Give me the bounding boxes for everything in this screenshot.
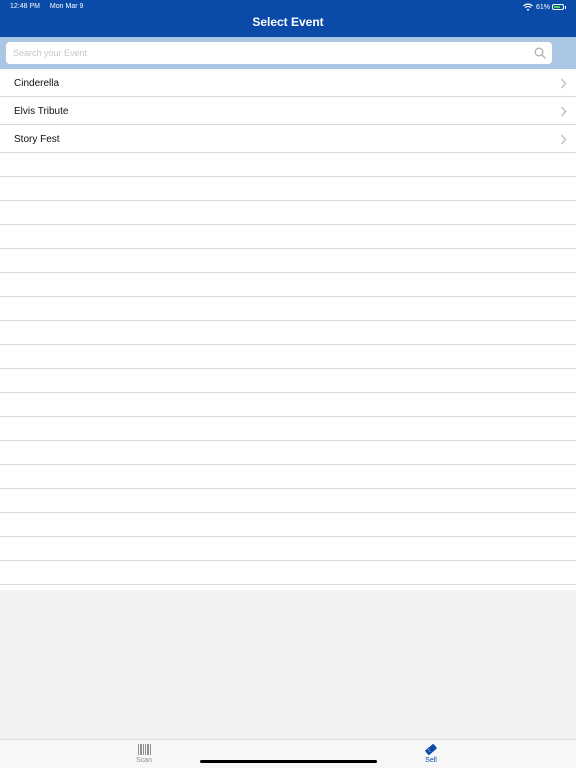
page-title: Select Event — [252, 15, 324, 29]
empty-row — [0, 441, 576, 465]
search-input[interactable] — [13, 45, 523, 61]
event-row[interactable]: Cinderella — [0, 69, 576, 97]
empty-row — [0, 561, 576, 585]
event-row[interactable]: Elvis Tribute — [0, 97, 576, 125]
nav-header: 12:48 PM Mon Mar 9 61% Select Event — [0, 0, 576, 37]
empty-row — [0, 369, 576, 393]
barcode-icon — [138, 744, 151, 755]
tab-bar: Scan Sell — [0, 739, 576, 768]
search-bar — [0, 37, 576, 69]
status-bar-left: 12:48 PM Mon Mar 9 — [10, 3, 91, 10]
empty-row — [0, 393, 576, 417]
empty-row — [0, 273, 576, 297]
wifi-icon — [523, 3, 533, 11]
chevron-right-icon — [560, 78, 567, 89]
event-name: Elvis Tribute — [14, 106, 69, 117]
empty-row — [0, 465, 576, 489]
search-icon — [534, 47, 546, 59]
search-field[interactable] — [6, 42, 552, 64]
event-name: Story Fest — [14, 134, 60, 145]
tab-sell[interactable]: Sell — [401, 743, 461, 764]
empty-row — [0, 417, 576, 441]
tab-scan-label: Scan — [136, 757, 152, 764]
empty-row — [0, 345, 576, 369]
tab-sell-label: Sell — [425, 757, 437, 764]
empty-row — [0, 249, 576, 273]
battery-icon — [552, 4, 564, 10]
event-list: Cinderella Elvis Tribute Story Fest — [0, 69, 576, 590]
battery-percent: 61% — [535, 3, 550, 11]
empty-row — [0, 297, 576, 321]
chevron-right-icon — [560, 106, 567, 117]
tab-scan[interactable]: Scan — [114, 743, 174, 764]
event-name: Cinderella — [14, 78, 60, 89]
empty-row — [0, 321, 576, 345]
empty-row — [0, 537, 576, 561]
empty-row — [0, 153, 576, 177]
status-bar-right: 61% — [523, 2, 566, 12]
empty-row — [0, 513, 576, 537]
event-row[interactable]: Story Fest — [0, 125, 576, 153]
status-date: Mon Mar 9 — [49, 3, 84, 10]
ticket-icon — [425, 744, 437, 755]
empty-row — [0, 177, 576, 201]
chevron-right-icon — [560, 134, 567, 145]
empty-row — [0, 201, 576, 225]
status-time: 12:48 PM — [10, 3, 40, 10]
home-indicator — [200, 760, 377, 763]
empty-row — [0, 489, 576, 513]
empty-row — [0, 225, 576, 249]
